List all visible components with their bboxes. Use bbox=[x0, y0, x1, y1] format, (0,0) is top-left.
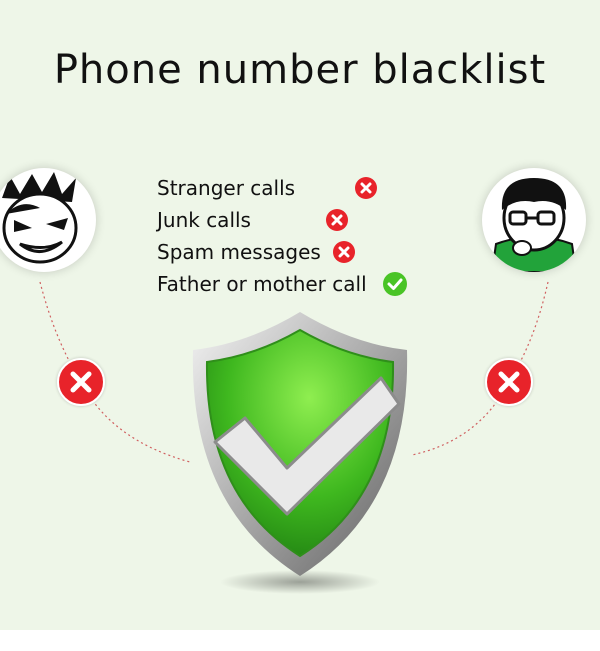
list-item: Junk calls bbox=[157, 204, 407, 236]
item-label: Junk calls bbox=[157, 208, 251, 232]
item-label: Stranger calls bbox=[157, 176, 296, 200]
blocked-x-icon bbox=[485, 358, 533, 406]
parent-avatar bbox=[482, 168, 586, 272]
list-item: Spam messages bbox=[157, 236, 407, 268]
list-item: Stranger calls bbox=[157, 172, 407, 204]
blacklist-items: Stranger calls Junk calls Spam messages … bbox=[157, 172, 407, 300]
green-check-icon bbox=[382, 272, 407, 296]
red-x-icon bbox=[325, 209, 348, 231]
red-x-icon bbox=[332, 241, 355, 263]
item-label: Spam messages bbox=[157, 240, 321, 264]
list-item: Father or mother call bbox=[157, 268, 407, 300]
item-label: Father or mother call bbox=[157, 272, 367, 296]
blocked-x-icon bbox=[57, 358, 105, 406]
shield-check-icon bbox=[192, 312, 408, 594]
red-x-icon bbox=[355, 177, 378, 199]
